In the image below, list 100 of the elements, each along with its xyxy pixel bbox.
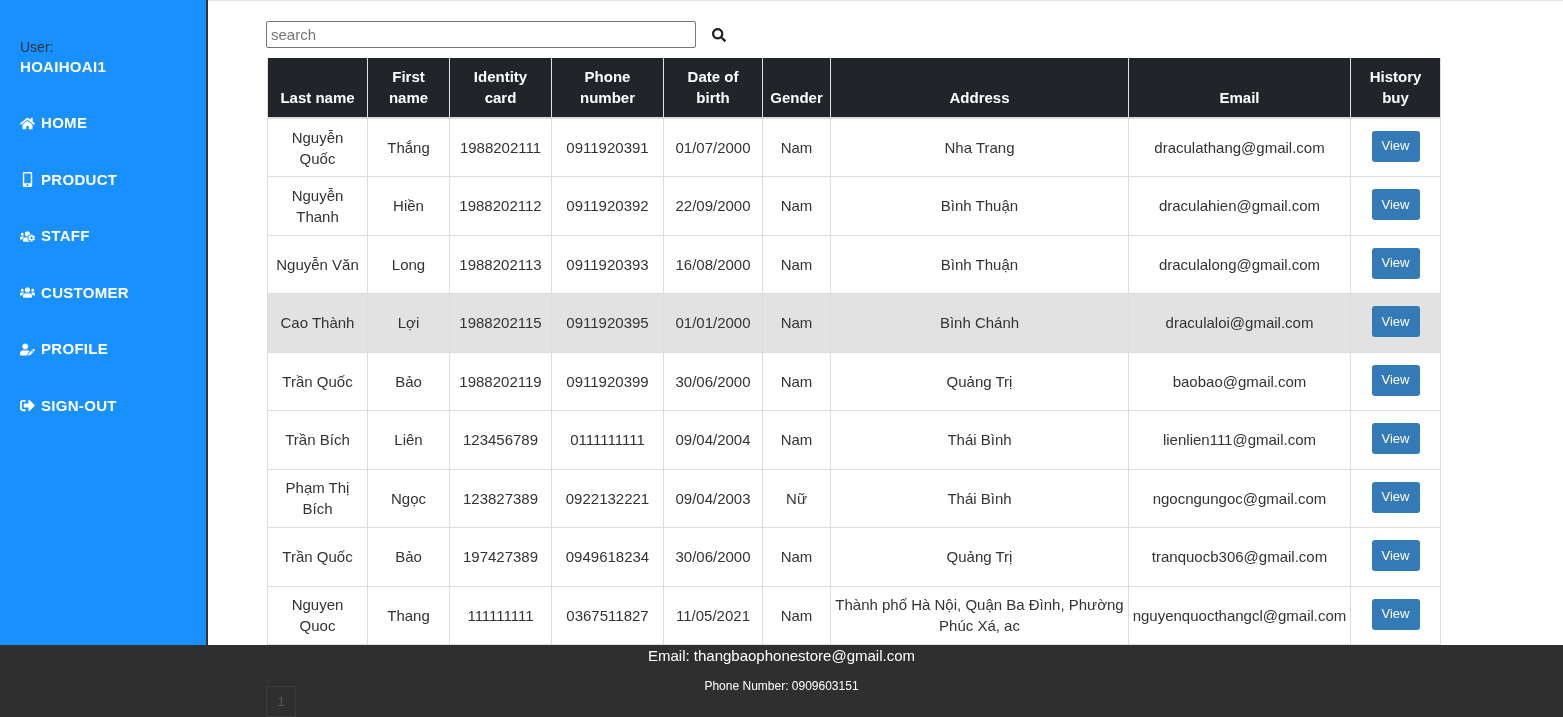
table-cell: draculaloi@gmail.com bbox=[1128, 293, 1351, 352]
table-cell: Liên bbox=[367, 410, 450, 469]
table-cell: Lợi bbox=[367, 293, 450, 352]
table-cell: Nguyễn Thanh bbox=[267, 176, 368, 235]
table-cell: draculathang@gmail.com bbox=[1128, 118, 1351, 177]
table-cell: 123456789 bbox=[449, 410, 552, 469]
table-cell: 1988202119 bbox=[449, 352, 552, 411]
table-cell: 197427389 bbox=[449, 527, 552, 586]
view-button[interactable]: View bbox=[1371, 306, 1420, 337]
table-cell: nguyenquocthangcl@gmail.com bbox=[1128, 586, 1351, 645]
table-cell: 30/06/2000 bbox=[663, 527, 763, 586]
table-cell: draculalong@gmail.com bbox=[1128, 235, 1351, 294]
table-cell: lienlien111@gmail.com bbox=[1128, 410, 1351, 469]
users-gear-icon bbox=[20, 228, 35, 244]
table-cell: Nguyễn Văn bbox=[267, 235, 368, 294]
table-cell: 01/01/2000 bbox=[663, 293, 763, 352]
table-cell: Bảo bbox=[367, 352, 450, 411]
table-cell: 0949618234 bbox=[551, 527, 664, 586]
table-cell: Quảng Trị bbox=[830, 352, 1129, 411]
table-cell: Thắng bbox=[367, 118, 450, 177]
table-row[interactable]: Nguyễn Văn Long 1988202113 0911920393 16/08/2000 Nam Bình Thuận draculalong@gmail.com View bbox=[267, 235, 1441, 294]
footer-phone: Phone Number: 0909603151 bbox=[704, 679, 859, 693]
view-button[interactable]: View bbox=[1371, 189, 1420, 220]
view-button[interactable]: View bbox=[1371, 540, 1420, 571]
table-cell: Nguyen Quoc bbox=[267, 586, 368, 645]
search-button[interactable] bbox=[711, 26, 727, 43]
table-cell: 111111111 bbox=[449, 586, 552, 645]
table-cell: 0922132221 bbox=[551, 469, 664, 528]
table-cell: Bình Thuận bbox=[830, 176, 1129, 235]
phone-icon bbox=[20, 172, 35, 188]
table-cell: Trần Quốc bbox=[267, 527, 368, 586]
table-cell: 0911920393 bbox=[551, 235, 664, 294]
column-header: Identity card bbox=[449, 58, 552, 118]
username: HOAIHOAI1 bbox=[20, 58, 108, 76]
nav-link[interactable]: CUSTOMER bbox=[20, 283, 129, 302]
column-header: Date of birth bbox=[663, 58, 763, 118]
nav-link[interactable]: HOME bbox=[20, 114, 88, 133]
table-cell: 16/08/2000 bbox=[663, 235, 763, 294]
table-row[interactable]: Trần Quốc Bảo 197427389 0949618234 30/06/2000 Nam Quảng Trị tranquocb306@gmail.com View bbox=[267, 527, 1441, 586]
table-cell: 22/09/2000 bbox=[663, 176, 763, 235]
table-row[interactable]: Nguyen Quoc Thang 111111111 0367511827 11/05/2021 Nam Thành phố Hà Nội, Quận Ba Đình, Phường Phúc Xá, ac nguyenquocthangcl@gmail.com View bbox=[267, 586, 1441, 645]
table-cell: 30/06/2000 bbox=[663, 352, 763, 411]
nav-link[interactable]: PROFILE bbox=[20, 340, 109, 359]
search-field[interactable]: search bbox=[266, 21, 696, 48]
table-cell: 0911920392 bbox=[551, 176, 664, 235]
table-cell: 01/07/2000 bbox=[663, 118, 763, 177]
table-cell: 11/05/2021 bbox=[663, 586, 763, 645]
table-cell: 123827389 bbox=[449, 469, 552, 528]
table-row[interactable]: Nguyễn Quốc Thắng 1988202111 0911920391 01/07/2000 Nam Nha Trang draculathang@gmail.com View bbox=[267, 118, 1441, 177]
table-row[interactable]: Trần Quốc Bảo 1988202119 0911920399 30/06/2000 Nam Quảng Trị baobao@gmail.com View bbox=[267, 352, 1441, 411]
column-header: Phone number bbox=[551, 58, 664, 118]
table-row[interactable]: Nguyễn Thanh Hiền 1988202112 0911920392 22/09/2000 Nam Bình Thuận draculahien@gmail.com View bbox=[267, 176, 1441, 235]
table-cell: 1988202112 bbox=[449, 176, 552, 235]
table-cell: Bình Chánh bbox=[830, 293, 1129, 352]
users-icon bbox=[20, 285, 35, 301]
table-row[interactable]: Cao Thành Lợi 1988202115 0911920395 01/01/2000 Nam Bình Chánh draculaloi@gmail.com View bbox=[267, 293, 1441, 352]
table-cell: Nam bbox=[762, 235, 831, 294]
view-button[interactable]: View bbox=[1371, 364, 1420, 396]
table-cell: 0911920399 bbox=[551, 352, 664, 411]
table-cell: Nữ bbox=[762, 469, 831, 528]
table-cell: baobao@gmail.com bbox=[1128, 352, 1351, 411]
table-row[interactable]: Phạm Thị Bích Ngọc 123827389 0922132221 09/04/2003 Nữ Thái Bình ngocngungoc@gmail.com View bbox=[267, 469, 1441, 528]
user-pen-icon bbox=[20, 341, 35, 357]
table-cell: Trần Quốc bbox=[267, 352, 368, 411]
table-cell: draculahien@gmail.com bbox=[1128, 176, 1351, 235]
column-header: History buy bbox=[1350, 58, 1441, 118]
view-button[interactable]: View bbox=[1371, 423, 1420, 454]
nav-link[interactable]: STAFF bbox=[20, 227, 90, 246]
table-cell: 0911920395 bbox=[551, 293, 664, 352]
table-cell: Phạm Thị Bích bbox=[267, 469, 368, 528]
table-cell: Thái Bình bbox=[830, 469, 1129, 528]
table-cell: Bình Thuận bbox=[830, 235, 1129, 294]
view-button[interactable]: View bbox=[1371, 481, 1420, 513]
table-cell: tranquocb306@gmail.com bbox=[1128, 527, 1351, 586]
table-cell: Nguyễn Quốc bbox=[267, 118, 368, 177]
view-button[interactable]: View bbox=[1371, 247, 1420, 279]
view-button[interactable]: View bbox=[1371, 598, 1420, 630]
table-cell: Nam bbox=[762, 586, 831, 645]
table-cell: Nam bbox=[762, 410, 831, 469]
table-cell: 1988202111 bbox=[449, 118, 552, 177]
table-cell: Cao Thành bbox=[267, 293, 368, 352]
table-cell: Hiền bbox=[367, 176, 450, 235]
table-cell: Thái Bình bbox=[830, 410, 1129, 469]
column-header: Gender bbox=[762, 58, 831, 118]
table-row[interactable]: Trần Bích Liên 123456789 0111111111 09/04/2004 Nam Thái Bình lienlien111@gmail.com View bbox=[267, 410, 1441, 469]
table-cell: Nam bbox=[762, 118, 831, 177]
table-cell: Thang bbox=[367, 586, 450, 645]
table-cell: Nha Trang bbox=[830, 118, 1129, 177]
table-cell: 1988202113 bbox=[449, 235, 552, 294]
table-cell: 09/04/2004 bbox=[663, 410, 763, 469]
nav-link[interactable]: PRODUCT bbox=[20, 170, 118, 189]
nav-link[interactable]: SIGN-OUT bbox=[20, 396, 117, 415]
user-label: User: bbox=[20, 39, 55, 55]
view-button[interactable]: View bbox=[1371, 130, 1420, 162]
table-cell: Ngọc bbox=[367, 469, 450, 528]
table-cell: Nam bbox=[762, 176, 831, 235]
table-cell: Quảng Trị bbox=[830, 527, 1129, 586]
table-cell: 0111111111 bbox=[551, 410, 664, 469]
table-cell: Nam bbox=[762, 293, 831, 352]
search-icon bbox=[712, 27, 726, 42]
